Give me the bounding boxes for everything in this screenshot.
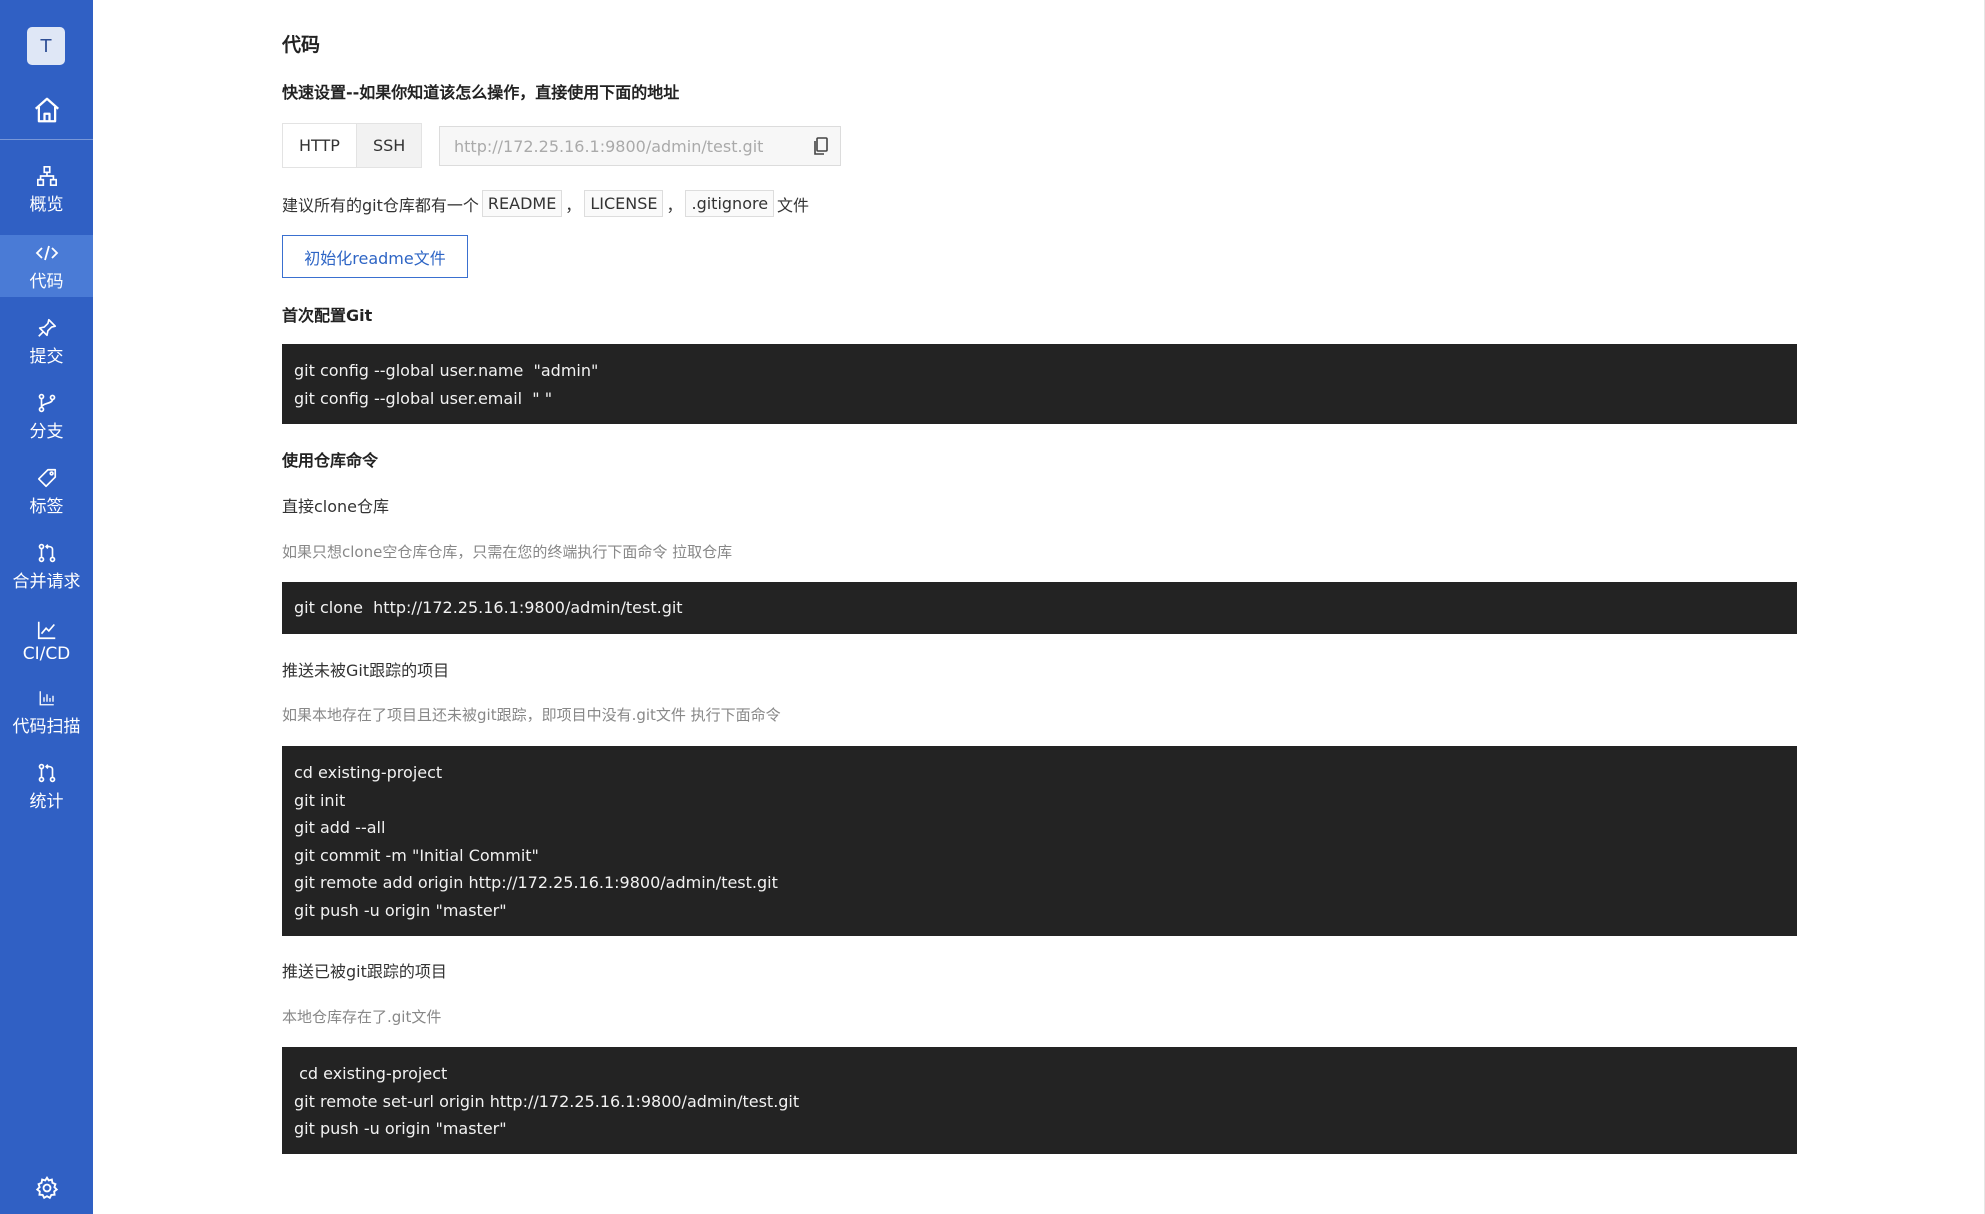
sidebar-divider	[0, 139, 93, 140]
file-chip-gitignore: .gitignore	[685, 190, 775, 217]
pin-icon	[36, 316, 58, 340]
page-title: 代码	[282, 34, 321, 56]
clone-title: 直接clone仓库	[282, 497, 390, 516]
push-untracked-code: cd existing-project git init git add --a…	[282, 746, 1797, 936]
first-config-code: git config --global user.name "admin" gi…	[282, 344, 1797, 424]
init-readme-button[interactable]: 初始化readme文件	[282, 235, 468, 278]
copy-icon[interactable]	[812, 136, 830, 160]
sidebar-item-branches[interactable]: 分支	[0, 385, 93, 447]
sidebar: T 概览 代码 提交 分支 标签 合并请求 CI/CD 代码扫描 统计	[0, 0, 93, 1214]
merge-request-icon	[36, 541, 58, 565]
repo-url-input[interactable]: http://172.25.16.1:9800/admin/test.git	[439, 126, 841, 166]
gear-icon	[34, 1175, 60, 1205]
tag-icon	[36, 466, 58, 490]
push-untracked-title: 推送未被Git跟踪的项目	[282, 661, 450, 680]
push-tracked-desc: 本地仓库存在了.git文件	[282, 1008, 442, 1026]
sidebar-item-merge-requests[interactable]: 合并请求	[0, 535, 93, 597]
sidebar-item-code-scan[interactable]: 代码扫描	[0, 680, 93, 742]
sidebar-item-statistics[interactable]: 统计	[0, 755, 93, 817]
sidebar-item-code[interactable]: 代码	[0, 235, 93, 297]
first-config-title: 首次配置Git	[282, 306, 373, 325]
merge-request-icon	[36, 761, 58, 785]
protocol-toggle: HTTP SSH	[282, 123, 423, 168]
code-icon	[35, 241, 59, 265]
quick-setup-title: 快速设置--如果你知道该怎么操作，直接使用下面的地址	[282, 83, 680, 102]
avatar[interactable]: T	[27, 27, 65, 65]
clone-code: git clone http://172.25.16.1:9800/admin/…	[282, 582, 1797, 634]
repo-url-text: http://172.25.16.1:9800/admin/test.git	[454, 136, 764, 156]
branch-icon	[36, 391, 58, 415]
push-untracked-desc: 如果本地存在了项目且还未被git跟踪，即项目中没有.git文件 执行下面命令	[282, 706, 781, 724]
sidebar-item-label: 概览	[29, 194, 64, 215]
sidebar-item-label: 代码	[29, 271, 64, 292]
separator: ，	[666, 195, 683, 215]
chart-line-icon	[36, 618, 58, 642]
sidebar-item-label: CI/CD	[22, 644, 71, 664]
recommend-text: 建议所有的git仓库都有一个 README ， LICENSE ， .gitig…	[282, 190, 809, 217]
sidebar-item-label: 代码扫描	[12, 716, 81, 737]
home-icon	[32, 95, 62, 129]
settings-button[interactable]	[0, 1174, 93, 1206]
sidebar-item-label: 分支	[29, 421, 64, 442]
recommend-suffix: 文件	[777, 195, 810, 215]
sidebar-item-label: 提交	[29, 346, 64, 367]
http-button[interactable]: HTTP	[283, 124, 356, 167]
file-chip-readme: README	[481, 190, 563, 217]
file-chip-license: LICENSE	[584, 190, 664, 217]
sidebar-item-label: 统计	[29, 791, 64, 812]
separator: ，	[565, 195, 582, 215]
clone-desc: 如果只想clone空仓库仓库，只需在您的终端执行下面命令 拉取仓库	[282, 543, 733, 561]
recommend-prefix: 建议所有的git仓库都有一个	[282, 195, 479, 215]
use-repo-title: 使用仓库命令	[282, 451, 379, 470]
push-tracked-code: cd existing-project git remote set-url o…	[282, 1047, 1797, 1154]
home-button[interactable]	[0, 92, 93, 132]
sidebar-item-cicd[interactable]: CI/CD	[0, 610, 93, 672]
push-tracked-title: 推送已被git跟踪的项目	[282, 962, 447, 981]
sidebar-item-overview[interactable]: 概览	[0, 158, 93, 220]
sidebar-item-commits[interactable]: 提交	[0, 310, 93, 372]
sidebar-item-label: 标签	[29, 496, 64, 517]
sidebar-item-tags[interactable]: 标签	[0, 460, 93, 522]
ssh-button[interactable]: SSH	[355, 124, 422, 167]
bar-chart-icon	[38, 686, 56, 710]
sitemap-icon	[36, 164, 58, 188]
sidebar-item-label: 合并请求	[12, 571, 81, 592]
